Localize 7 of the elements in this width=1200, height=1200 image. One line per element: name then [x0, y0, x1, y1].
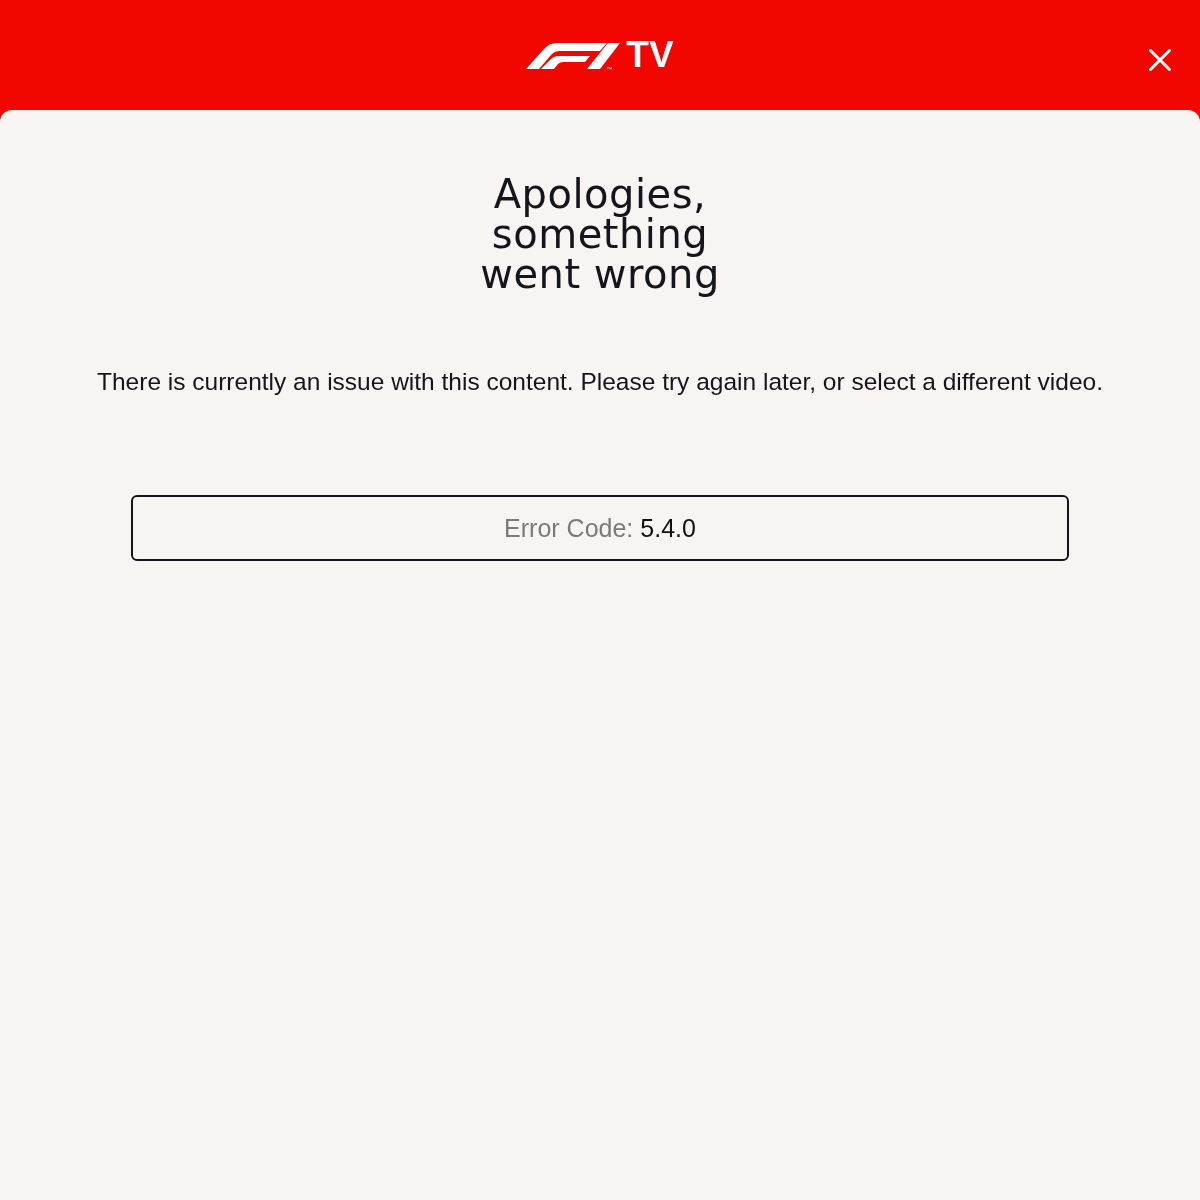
- logo-text: TV: [626, 38, 674, 72]
- error-code-label: Error Code:: [504, 513, 634, 543]
- close-icon: [1149, 49, 1171, 71]
- error-message: There is currently an issue with this content. Please try again later, or select a different video.: [97, 367, 1103, 397]
- logo-mark-icon: [526, 43, 621, 69]
- close-button[interactable]: [1149, 49, 1171, 71]
- error-code-value: 5.4.0: [640, 513, 696, 543]
